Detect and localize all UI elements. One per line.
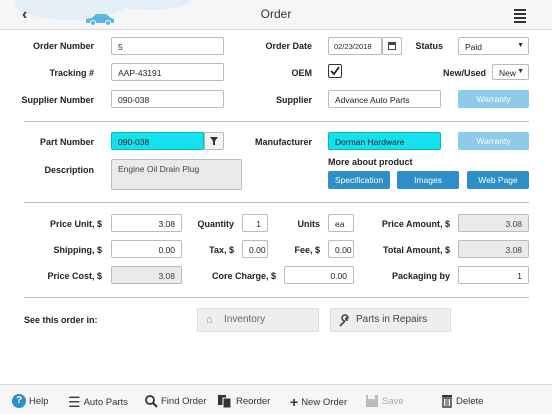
price-amount-input: 3.08 bbox=[458, 214, 529, 232]
chevron-down-icon: ▼ bbox=[517, 42, 524, 49]
price-amount-label: Price Amount, $ bbox=[381, 219, 450, 229]
units-label: Units bbox=[297, 219, 321, 229]
home-icon: ⌂ bbox=[206, 314, 213, 326]
quantity-input[interactable]: 1 bbox=[242, 214, 268, 232]
new-used-label: New/Used bbox=[442, 68, 486, 78]
description-label: Description bbox=[44, 165, 94, 175]
find-order-label: Find Order bbox=[161, 395, 207, 407]
price-unit-input[interactable]: 3.08 bbox=[111, 214, 182, 232]
total-amount-input: 3.08 bbox=[458, 240, 529, 258]
list-icon: ☰ bbox=[68, 394, 81, 410]
divider bbox=[24, 297, 529, 298]
see-order-label: See this order in: bbox=[24, 315, 98, 325]
order-number-input[interactable]: 5 bbox=[111, 37, 224, 55]
checkmark-icon bbox=[330, 66, 340, 76]
new-order-button[interactable]: + New Order bbox=[290, 394, 347, 410]
chevron-down-icon: ▼ bbox=[517, 68, 524, 75]
part-number-input[interactable]: 090-038 bbox=[111, 132, 204, 150]
manufacturer-warranty-button[interactable]: Warranty bbox=[458, 132, 529, 150]
order-date-input[interactable]: 02/23/2018 bbox=[328, 37, 382, 55]
status-value: Paid bbox=[465, 42, 483, 52]
filter-icon bbox=[210, 137, 218, 145]
divider bbox=[24, 121, 529, 122]
parts-in-repairs-label: Parts in Repairs bbox=[356, 314, 428, 325]
shipping-input[interactable]: 0.00 bbox=[111, 240, 182, 258]
save-label: Save bbox=[382, 395, 404, 407]
oem-checkbox[interactable] bbox=[328, 64, 342, 78]
trash-icon bbox=[442, 395, 452, 408]
web-page-button[interactable]: Web Page bbox=[467, 171, 529, 189]
supplier-number-label: Supplier Number bbox=[21, 95, 94, 105]
manufacturer-label: Manufacturer bbox=[254, 137, 312, 147]
units-input[interactable]: ea bbox=[328, 214, 354, 232]
floppy-disk-icon bbox=[366, 395, 378, 407]
supplier-warranty-button[interactable]: Warranty bbox=[458, 90, 529, 108]
more-about-label: More about product bbox=[328, 157, 413, 167]
core-charge-label: Core Charge, $ bbox=[211, 271, 276, 281]
order-number-label: Order Number bbox=[32, 41, 94, 51]
quantity-label: Quantity bbox=[197, 219, 234, 229]
fee-label: Fee, $ bbox=[294, 245, 320, 255]
status-label: Status bbox=[415, 41, 443, 51]
fee-input[interactable]: 0.00 bbox=[328, 240, 354, 258]
menu-icon[interactable] bbox=[514, 9, 526, 25]
price-unit-label: Price Unit, $ bbox=[49, 219, 102, 229]
filter-button[interactable] bbox=[204, 132, 224, 150]
supplier-label: Supplier bbox=[275, 95, 312, 105]
reorder-button[interactable]: Reorder bbox=[217, 394, 270, 408]
core-charge-input[interactable]: 0.00 bbox=[284, 266, 354, 284]
description-input[interactable]: Engine Oil Drain Plug bbox=[111, 159, 242, 190]
plus-icon: + bbox=[290, 394, 299, 410]
help-icon: ? bbox=[12, 394, 26, 408]
specification-button[interactable]: Specification bbox=[328, 171, 390, 189]
tax-input[interactable]: 0.00 bbox=[242, 240, 268, 258]
search-icon bbox=[145, 395, 158, 408]
find-order-button[interactable]: Find Order bbox=[144, 394, 206, 408]
help-label: Help bbox=[29, 395, 49, 407]
page-title: Order bbox=[260, 7, 292, 21]
divider bbox=[24, 202, 529, 203]
supplier-input[interactable]: Advance Auto Parts bbox=[328, 90, 441, 108]
parts-in-repairs-button[interactable]: Parts in Repairs bbox=[330, 308, 451, 332]
auto-parts-button[interactable]: ☰ Auto Parts bbox=[68, 394, 128, 411]
tracking-label: Tracking # bbox=[49, 68, 94, 78]
new-used-value: New bbox=[499, 68, 517, 78]
copy-icon bbox=[218, 395, 232, 408]
order-date-label: Order Date bbox=[265, 41, 312, 51]
wrench-icon bbox=[339, 314, 349, 327]
total-amount-label: Total Amount, $ bbox=[383, 245, 450, 255]
new-order-label: New Order bbox=[301, 396, 348, 408]
price-cost-label: Price Cost, $ bbox=[47, 271, 102, 281]
tracking-input[interactable]: AAP-43191 bbox=[111, 63, 224, 81]
new-used-select[interactable]: New ▼ bbox=[492, 64, 529, 80]
inventory-button[interactable]: ⌂ Inventory bbox=[197, 308, 319, 332]
delete-label: Delete bbox=[456, 395, 484, 407]
help-button[interactable]: ? Help bbox=[12, 394, 49, 408]
manufacturer-input[interactable]: Dorman Hardware bbox=[328, 132, 441, 150]
packaging-label: Packaging by bbox=[391, 271, 450, 281]
calendar-icon bbox=[388, 42, 396, 50]
calendar-button[interactable] bbox=[382, 37, 402, 55]
top-bar: ‹ Order bbox=[0, 0, 552, 30]
part-number-label: Part Number bbox=[39, 137, 94, 147]
shipping-label: Shipping, $ bbox=[53, 245, 103, 255]
tax-label: Tax, $ bbox=[209, 245, 234, 255]
status-select[interactable]: Paid ▼ bbox=[458, 37, 529, 55]
price-cost-input: 3.08 bbox=[111, 266, 182, 284]
delete-button[interactable]: Delete bbox=[441, 394, 483, 408]
oem-label: OEM bbox=[291, 68, 312, 78]
packaging-input[interactable]: 1 bbox=[458, 266, 529, 284]
images-button[interactable]: Images bbox=[397, 171, 459, 189]
inventory-label: Inventory bbox=[224, 314, 266, 325]
supplier-number-input[interactable]: 090-038 bbox=[111, 90, 224, 108]
save-button[interactable]: Save bbox=[365, 394, 404, 408]
auto-parts-label: Auto Parts bbox=[83, 397, 128, 408]
reorder-label: Reorder bbox=[236, 395, 271, 407]
bottom-toolbar: ? Help ☰ Auto Parts Find Order Reorder +… bbox=[0, 384, 552, 414]
